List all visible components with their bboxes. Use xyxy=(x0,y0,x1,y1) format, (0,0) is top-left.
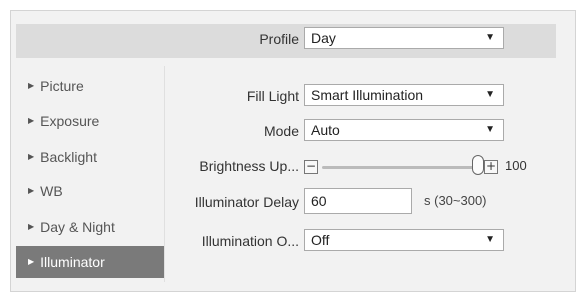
sidebar-item-label: WB xyxy=(40,183,63,199)
brightness-slider-thumb[interactable] xyxy=(472,155,484,175)
fill-light-label: Fill Light xyxy=(246,88,299,104)
sidebar-item-picture[interactable]: ▶ Picture xyxy=(16,70,164,102)
sidebar-item-illuminator[interactable]: ▶ Illuminator xyxy=(16,246,164,278)
illumination-o-value: Off xyxy=(311,232,330,248)
sidebar-item-label: Illuminator xyxy=(40,254,105,270)
caret-right-icon: ▶ xyxy=(28,116,35,126)
caret-right-icon: ▶ xyxy=(28,81,35,91)
caret-right-icon: ▶ xyxy=(28,257,35,267)
chevron-down-icon: ▼ xyxy=(485,124,495,135)
sidebar-divider xyxy=(164,66,165,282)
brightness-increase-button[interactable]: + xyxy=(484,160,498,174)
sidebar-item-label: Picture xyxy=(40,78,84,94)
sidebar-item-label: Day & Night xyxy=(40,219,115,235)
fill-light-value: Smart Illumination xyxy=(311,87,424,103)
minus-icon: − xyxy=(305,159,317,173)
brightness-label: Brightness Up... xyxy=(199,158,299,174)
chevron-down-icon: ▼ xyxy=(485,234,495,245)
caret-right-icon: ▶ xyxy=(28,186,35,196)
sidebar-item-wb[interactable]: ▶ WB xyxy=(16,175,164,207)
brightness-value: 100 xyxy=(505,158,527,173)
profile-value: Day xyxy=(311,30,336,46)
chevron-down-icon: ▼ xyxy=(485,89,495,100)
illuminator-delay-range-hint: s (30~300) xyxy=(424,193,487,208)
sidebar: ▶ Picture ▶ Exposure ▶ Backlight ▶ WB ▶ Day &… xyxy=(16,66,164,282)
caret-right-icon: ▶ xyxy=(28,152,35,162)
illumination-o-label: Illumination O... xyxy=(201,233,299,249)
sidebar-item-label: Exposure xyxy=(40,113,100,129)
illuminator-delay-label: Illuminator Delay xyxy=(194,194,299,210)
fill-light-select[interactable]: Smart Illumination ▼ xyxy=(304,84,504,106)
mode-select[interactable]: Auto ▼ xyxy=(304,119,504,141)
profile-select[interactable]: Day ▼ xyxy=(304,27,504,49)
caret-right-icon: ▶ xyxy=(28,222,35,232)
illuminator-delay-input[interactable] xyxy=(304,188,412,214)
sidebar-item-label: Backlight xyxy=(40,149,97,165)
mode-label: Mode xyxy=(263,123,299,139)
profile-label: Profile xyxy=(259,31,299,47)
mode-value: Auto xyxy=(311,122,340,138)
brightness-slider-track[interactable] xyxy=(322,166,478,169)
sidebar-item-day-night[interactable]: ▶ Day & Night xyxy=(16,211,164,243)
brightness-decrease-button[interactable]: − xyxy=(304,160,318,174)
sidebar-item-exposure[interactable]: ▶ Exposure xyxy=(16,105,164,137)
chevron-down-icon: ▼ xyxy=(485,32,495,43)
plus-icon: + xyxy=(485,159,497,173)
illumination-o-select[interactable]: Off ▼ xyxy=(304,229,504,251)
sidebar-item-backlight[interactable]: ▶ Backlight xyxy=(16,141,164,173)
